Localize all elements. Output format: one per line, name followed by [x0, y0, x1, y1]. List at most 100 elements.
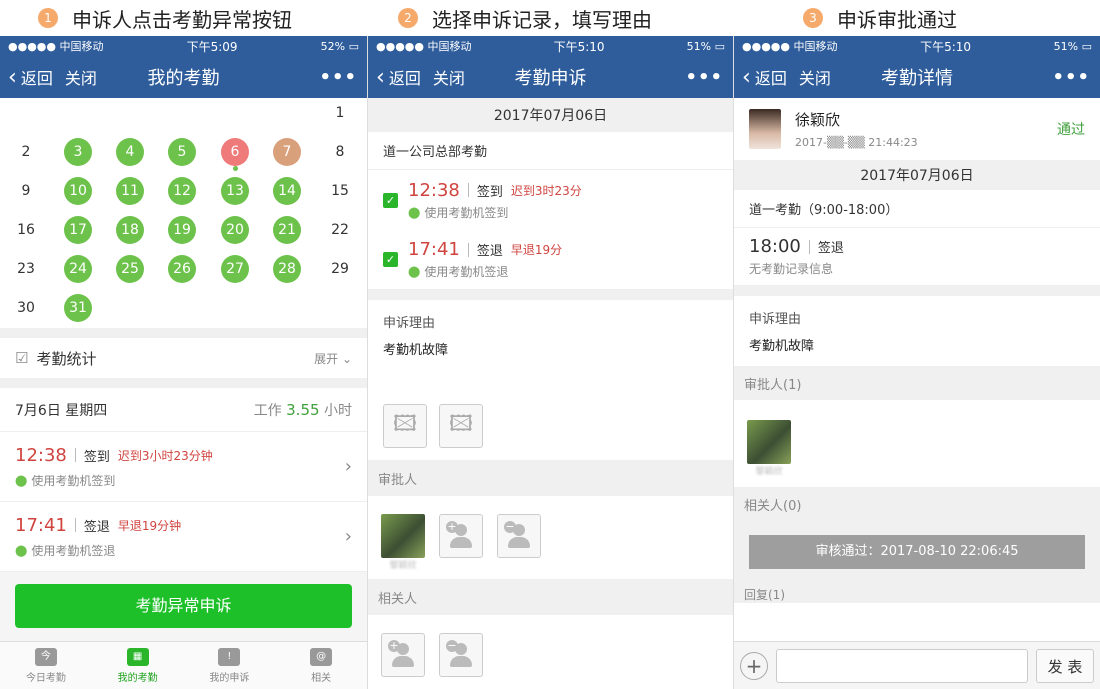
calendar-day[interactable]: 6	[221, 138, 249, 166]
step-number: 1	[38, 8, 58, 28]
calendar-day[interactable]: 8	[326, 138, 354, 166]
minus-icon: −	[504, 520, 516, 533]
record-time: 17:41	[408, 239, 460, 260]
calendar-day[interactable]: 5	[168, 138, 196, 166]
avatar	[747, 420, 791, 464]
calendar-day[interactable]: 18	[116, 216, 144, 244]
tab-my-appeals[interactable]: ! 我的申诉	[184, 642, 276, 689]
tab-related[interactable]: @ 相关	[275, 642, 367, 689]
approval-result: 审核通过：2017-08-10 22:06:45	[749, 535, 1085, 569]
calendar-day[interactable]: 31	[64, 294, 92, 322]
calendar-day[interactable]: 4	[116, 138, 144, 166]
chevron-left-icon: ‹	[8, 64, 17, 90]
more-button[interactable]: •••	[319, 67, 357, 88]
calendar-day[interactable]: 19	[168, 216, 196, 244]
tab-today[interactable]: 今今日考勤	[0, 642, 92, 689]
calendar-check-icon: ☑	[15, 349, 29, 367]
record-time: 17:41	[15, 514, 67, 536]
record-location: 使用考勤机签到	[424, 205, 509, 220]
tab-my-attendance[interactable]: ▦ 我的考勤	[92, 642, 184, 689]
reason-section: 申诉理由 考勤机故障	[734, 296, 1100, 366]
appeal-button[interactable]: 考勤异常申诉	[15, 584, 352, 628]
battery-label: 51% ▭	[1053, 39, 1092, 53]
close-button[interactable]: 关闭	[433, 65, 465, 89]
comment-input[interactable]	[776, 648, 1028, 683]
approver-list: 黎颖欣	[734, 400, 1100, 487]
record-time: 12:38	[15, 444, 67, 466]
step-number: 3	[803, 8, 823, 28]
calendar-day[interactable]: 15	[326, 177, 354, 205]
close-button[interactable]: 关闭	[65, 65, 97, 89]
image-remove-icon: 🖾	[449, 412, 473, 437]
calendar-day[interactable]: 30	[12, 294, 40, 322]
calendar-day[interactable]: 13	[221, 177, 249, 205]
calendar-day[interactable]: 24	[64, 255, 92, 283]
calendar-day[interactable]: 16	[12, 216, 40, 244]
back-button[interactable]: ‹ 返回	[8, 65, 53, 90]
calendar-day[interactable]: 21	[273, 216, 301, 244]
calendar-day[interactable]: 9	[12, 177, 40, 205]
record-note: 无考勤记录信息	[749, 262, 834, 276]
calendar-day[interactable]: 3	[64, 138, 92, 166]
add-approver-button[interactable]: +	[439, 514, 483, 558]
plus-icon: +	[388, 639, 400, 652]
calendar-day[interactable]: 22	[326, 216, 354, 244]
close-button[interactable]: 关闭	[799, 65, 831, 89]
calendar-day[interactable]: 17	[64, 216, 92, 244]
stats-row[interactable]: ☑ 考勤统计 展开 ⌄	[0, 338, 367, 378]
back-button[interactable]: ‹ 返回	[742, 65, 787, 90]
calendar-day[interactable]: 29	[326, 255, 354, 283]
stats-label: 考勤统计	[36, 349, 97, 368]
calendar-day[interactable]: 1	[326, 99, 354, 127]
record-item[interactable]: 12:38 签到 迟到3小时23分钟 ⬤ 使用考勤机签到 ›	[0, 432, 367, 502]
record-select-item[interactable]: ✓ 17:41 签退 早退19分 ⬤ 使用考勤机签退	[368, 230, 733, 290]
clock-label: 下午5:10	[920, 39, 972, 54]
calendar-day[interactable]: 27	[221, 255, 249, 283]
calendar-day[interactable]: 28	[273, 255, 301, 283]
record-item[interactable]: 17:41 签退 早退19分钟 ⬤ 使用考勤机签退 ›	[0, 502, 367, 572]
calendar-day[interactable]: 26	[168, 255, 196, 283]
send-button[interactable]: 发 表	[1036, 648, 1094, 683]
calendar-day[interactable]: 7	[273, 138, 301, 166]
nav-bar: ‹ 返回 关闭 我的考勤 •••	[0, 56, 367, 98]
chevron-right-icon: ›	[344, 526, 352, 547]
location-pin-icon: ⬤	[408, 205, 421, 219]
calendar-day[interactable]: 11	[116, 177, 144, 205]
calendar-day[interactable]: 23	[12, 255, 40, 283]
add-related-button[interactable]: +	[381, 633, 425, 677]
reason-input[interactable]: 考勤机故障	[383, 339, 718, 358]
calendar-day[interactable]: 25	[116, 255, 144, 283]
reply-header: 回复(1)	[734, 587, 1100, 603]
more-button[interactable]: •••	[1052, 67, 1090, 88]
calendar-day[interactable]: 12	[168, 177, 196, 205]
record-location: 使用考勤机签到	[31, 473, 116, 488]
company-label: 道一公司总部考勤	[368, 132, 733, 170]
add-image-button[interactable]: 🖾	[383, 404, 427, 448]
approver-item[interactable]: 黎颖欣	[747, 420, 791, 477]
status-bar: ●●●●● 中国移动 下午5:09 52% ▭	[0, 36, 367, 56]
back-button[interactable]: ‹ 返回	[376, 65, 421, 90]
battery-label: 51% ▭	[686, 39, 725, 53]
checkbox-checked-icon[interactable]: ✓	[383, 192, 398, 208]
record-select-item[interactable]: ✓ 12:38 签到 迟到3时23分 ⬤ 使用考勤机签到	[368, 170, 733, 230]
location-pin-icon: ⬤	[15, 473, 28, 487]
approver-item[interactable]: 黎颖欣	[381, 514, 425, 571]
chevron-left-icon: ‹	[376, 64, 385, 90]
calendar-day[interactable]: 20	[221, 216, 249, 244]
calendar-day[interactable]: 10	[64, 177, 92, 205]
remove-approver-button[interactable]: −	[497, 514, 541, 558]
remove-image-button[interactable]: 🖾	[439, 404, 483, 448]
calendar-day[interactable]: 14	[273, 177, 301, 205]
user-row: 徐颖欣 2017-▒▒-▒▒ 21:44:23 通过	[734, 98, 1100, 160]
calendar-day[interactable]: 2	[12, 138, 40, 166]
plus-circle-icon[interactable]: +	[740, 651, 768, 680]
record-type: 签到	[83, 449, 110, 465]
checkbox-checked-icon[interactable]: ✓	[383, 252, 398, 267]
expand-toggle[interactable]: 展开 ⌄	[314, 350, 352, 367]
remove-related-button[interactable]: −	[439, 633, 483, 677]
nav-bar: ‹ 返回 关闭 考勤详情 •••	[734, 56, 1100, 98]
more-button[interactable]: •••	[685, 67, 723, 88]
location-pin-icon: ⬤	[15, 543, 28, 557]
screen-my-attendance: ●●●●● 中国移动 下午5:09 52% ▭ ‹ 返回 关闭 我的考勤 ••• …	[0, 36, 367, 689]
step-text: 申诉审批通过	[837, 7, 957, 32]
